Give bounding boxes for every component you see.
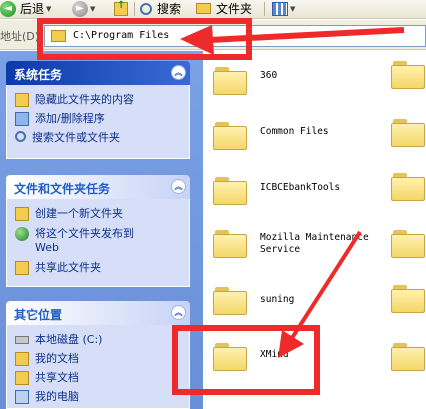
system-tasks-header[interactable]: 系统任务 ︽ xyxy=(6,61,190,85)
task-add-remove-programs[interactable]: 添加/删除程序 xyxy=(15,112,105,128)
hide-contents-icon xyxy=(15,93,29,107)
search-button[interactable]: 搜索 xyxy=(140,0,181,17)
annotation-box-address xyxy=(37,18,252,60)
task-label: 将这个文件夹发布到 Web xyxy=(35,227,134,254)
task-new-folder[interactable]: 创建一个新文件夹 xyxy=(15,207,123,223)
globe-icon xyxy=(15,227,29,241)
system-tasks-title: 系统任务 xyxy=(14,68,63,82)
folders-label: 文件夹 xyxy=(216,2,253,16)
chevron-down-icon: ▼ xyxy=(46,4,52,13)
up-folder-icon: ↑ xyxy=(114,0,128,16)
address-label: 地址(D) xyxy=(0,30,40,43)
new-folder-icon xyxy=(15,207,29,221)
folder-name: Common Files xyxy=(260,126,329,137)
place-label: 我的电脑 xyxy=(35,390,79,403)
task-label: 共享此文件夹 xyxy=(35,261,101,274)
chevron-down-icon: ▼ xyxy=(90,4,96,13)
place-label: 共享文档 xyxy=(35,371,79,384)
views-button[interactable]: ▼ xyxy=(272,0,295,17)
task-label: 隐藏此文件夹的内容 xyxy=(35,93,134,106)
task-label: 添加/删除程序 xyxy=(35,112,105,125)
place-shared-documents[interactable]: 共享文档 xyxy=(15,371,79,387)
other-places-title: 其它位置 xyxy=(14,308,63,322)
folder-icon xyxy=(196,3,211,14)
place-label: 本地磁盘 (C:) xyxy=(35,333,103,346)
views-grid-icon xyxy=(272,1,288,16)
collapse-icon[interactable]: ︽ xyxy=(171,65,186,80)
other-places-panel: 本地磁盘 (C:) 我的文档 共享文档 我的电脑 xyxy=(6,325,190,409)
file-tasks-title: 文件和文件夹任务 xyxy=(14,182,111,196)
folders-button[interactable]: 文件夹 xyxy=(196,0,252,17)
up-folder-button[interactable]: ↑ xyxy=(114,0,128,17)
toolbar-separator xyxy=(264,2,265,16)
folder-icon xyxy=(213,65,247,95)
place-local-disk[interactable]: 本地磁盘 (C:) xyxy=(15,333,102,349)
search-icon xyxy=(15,131,26,142)
folder-name: 360 xyxy=(260,70,278,81)
forward-button[interactable]: ► ▼ xyxy=(72,0,95,17)
collapse-icon[interactable]: ︽ xyxy=(171,179,186,194)
hard-disk-icon xyxy=(15,336,29,344)
computer-icon xyxy=(15,390,29,404)
documents-folder-icon xyxy=(15,352,29,366)
shared-folder-icon xyxy=(15,371,29,385)
toolbar-separator xyxy=(134,2,135,16)
folder-icon[interactable] xyxy=(391,117,425,147)
folder-icon xyxy=(213,120,247,150)
folder-icon xyxy=(213,285,247,315)
task-label: 创建一个新文件夹 xyxy=(35,207,123,220)
collapse-icon[interactable]: ︽ xyxy=(171,305,186,320)
task-search-files[interactable]: 搜索文件或文件夹 xyxy=(15,131,120,147)
folder-icon xyxy=(213,175,247,205)
search-label: 搜索 xyxy=(157,2,182,16)
folder-icon xyxy=(213,228,247,258)
back-arrow-icon: ◄ xyxy=(0,0,16,17)
task-hide-folder-contents[interactable]: 隐藏此文件夹的内容 xyxy=(15,93,134,109)
add-remove-programs-icon xyxy=(15,112,29,126)
forward-arrow-icon: ► xyxy=(72,0,88,17)
place-label: 我的文档 xyxy=(35,352,79,365)
task-label: 搜索文件或文件夹 xyxy=(32,131,120,144)
search-icon xyxy=(140,2,152,15)
folder-name: ICBCEbankTools xyxy=(260,182,341,193)
folder-icon[interactable] xyxy=(391,283,425,313)
task-publish-web[interactable]: 将这个文件夹发布到 Web xyxy=(15,227,134,257)
folder-icon[interactable] xyxy=(391,171,425,201)
place-my-computer[interactable]: 我的电脑 xyxy=(15,390,79,406)
place-my-documents[interactable]: 我的文档 xyxy=(15,352,79,368)
system-tasks-panel: 隐藏此文件夹的内容 添加/删除程序 搜索文件或文件夹 xyxy=(6,85,190,159)
folder-icon[interactable] xyxy=(391,59,425,89)
folder-name: Mozilla Maintenance Service xyxy=(260,232,369,255)
folder-name: suning xyxy=(260,294,295,305)
folder-icon[interactable] xyxy=(391,341,425,371)
share-folder-icon xyxy=(15,261,29,275)
folder-icon[interactable] xyxy=(391,228,425,258)
task-share-folder[interactable]: 共享此文件夹 xyxy=(15,261,101,277)
file-tasks-header[interactable]: 文件和文件夹任务 ︽ xyxy=(6,175,190,199)
annotation-box-xmind xyxy=(172,325,320,395)
back-button[interactable]: ◄ 后退 ▼ xyxy=(0,0,51,17)
chevron-down-icon: ▼ xyxy=(290,4,296,13)
file-tasks-panel: 创建一个新文件夹 将这个文件夹发布到 Web 共享此文件夹 xyxy=(6,199,190,287)
toolbar: ◄ 后退 ▼ ► ▼ ↑ 搜索 文件夹 ▼ xyxy=(0,0,426,19)
back-label: 后退 xyxy=(20,2,45,16)
other-places-header[interactable]: 其它位置 ︽ xyxy=(6,301,190,325)
